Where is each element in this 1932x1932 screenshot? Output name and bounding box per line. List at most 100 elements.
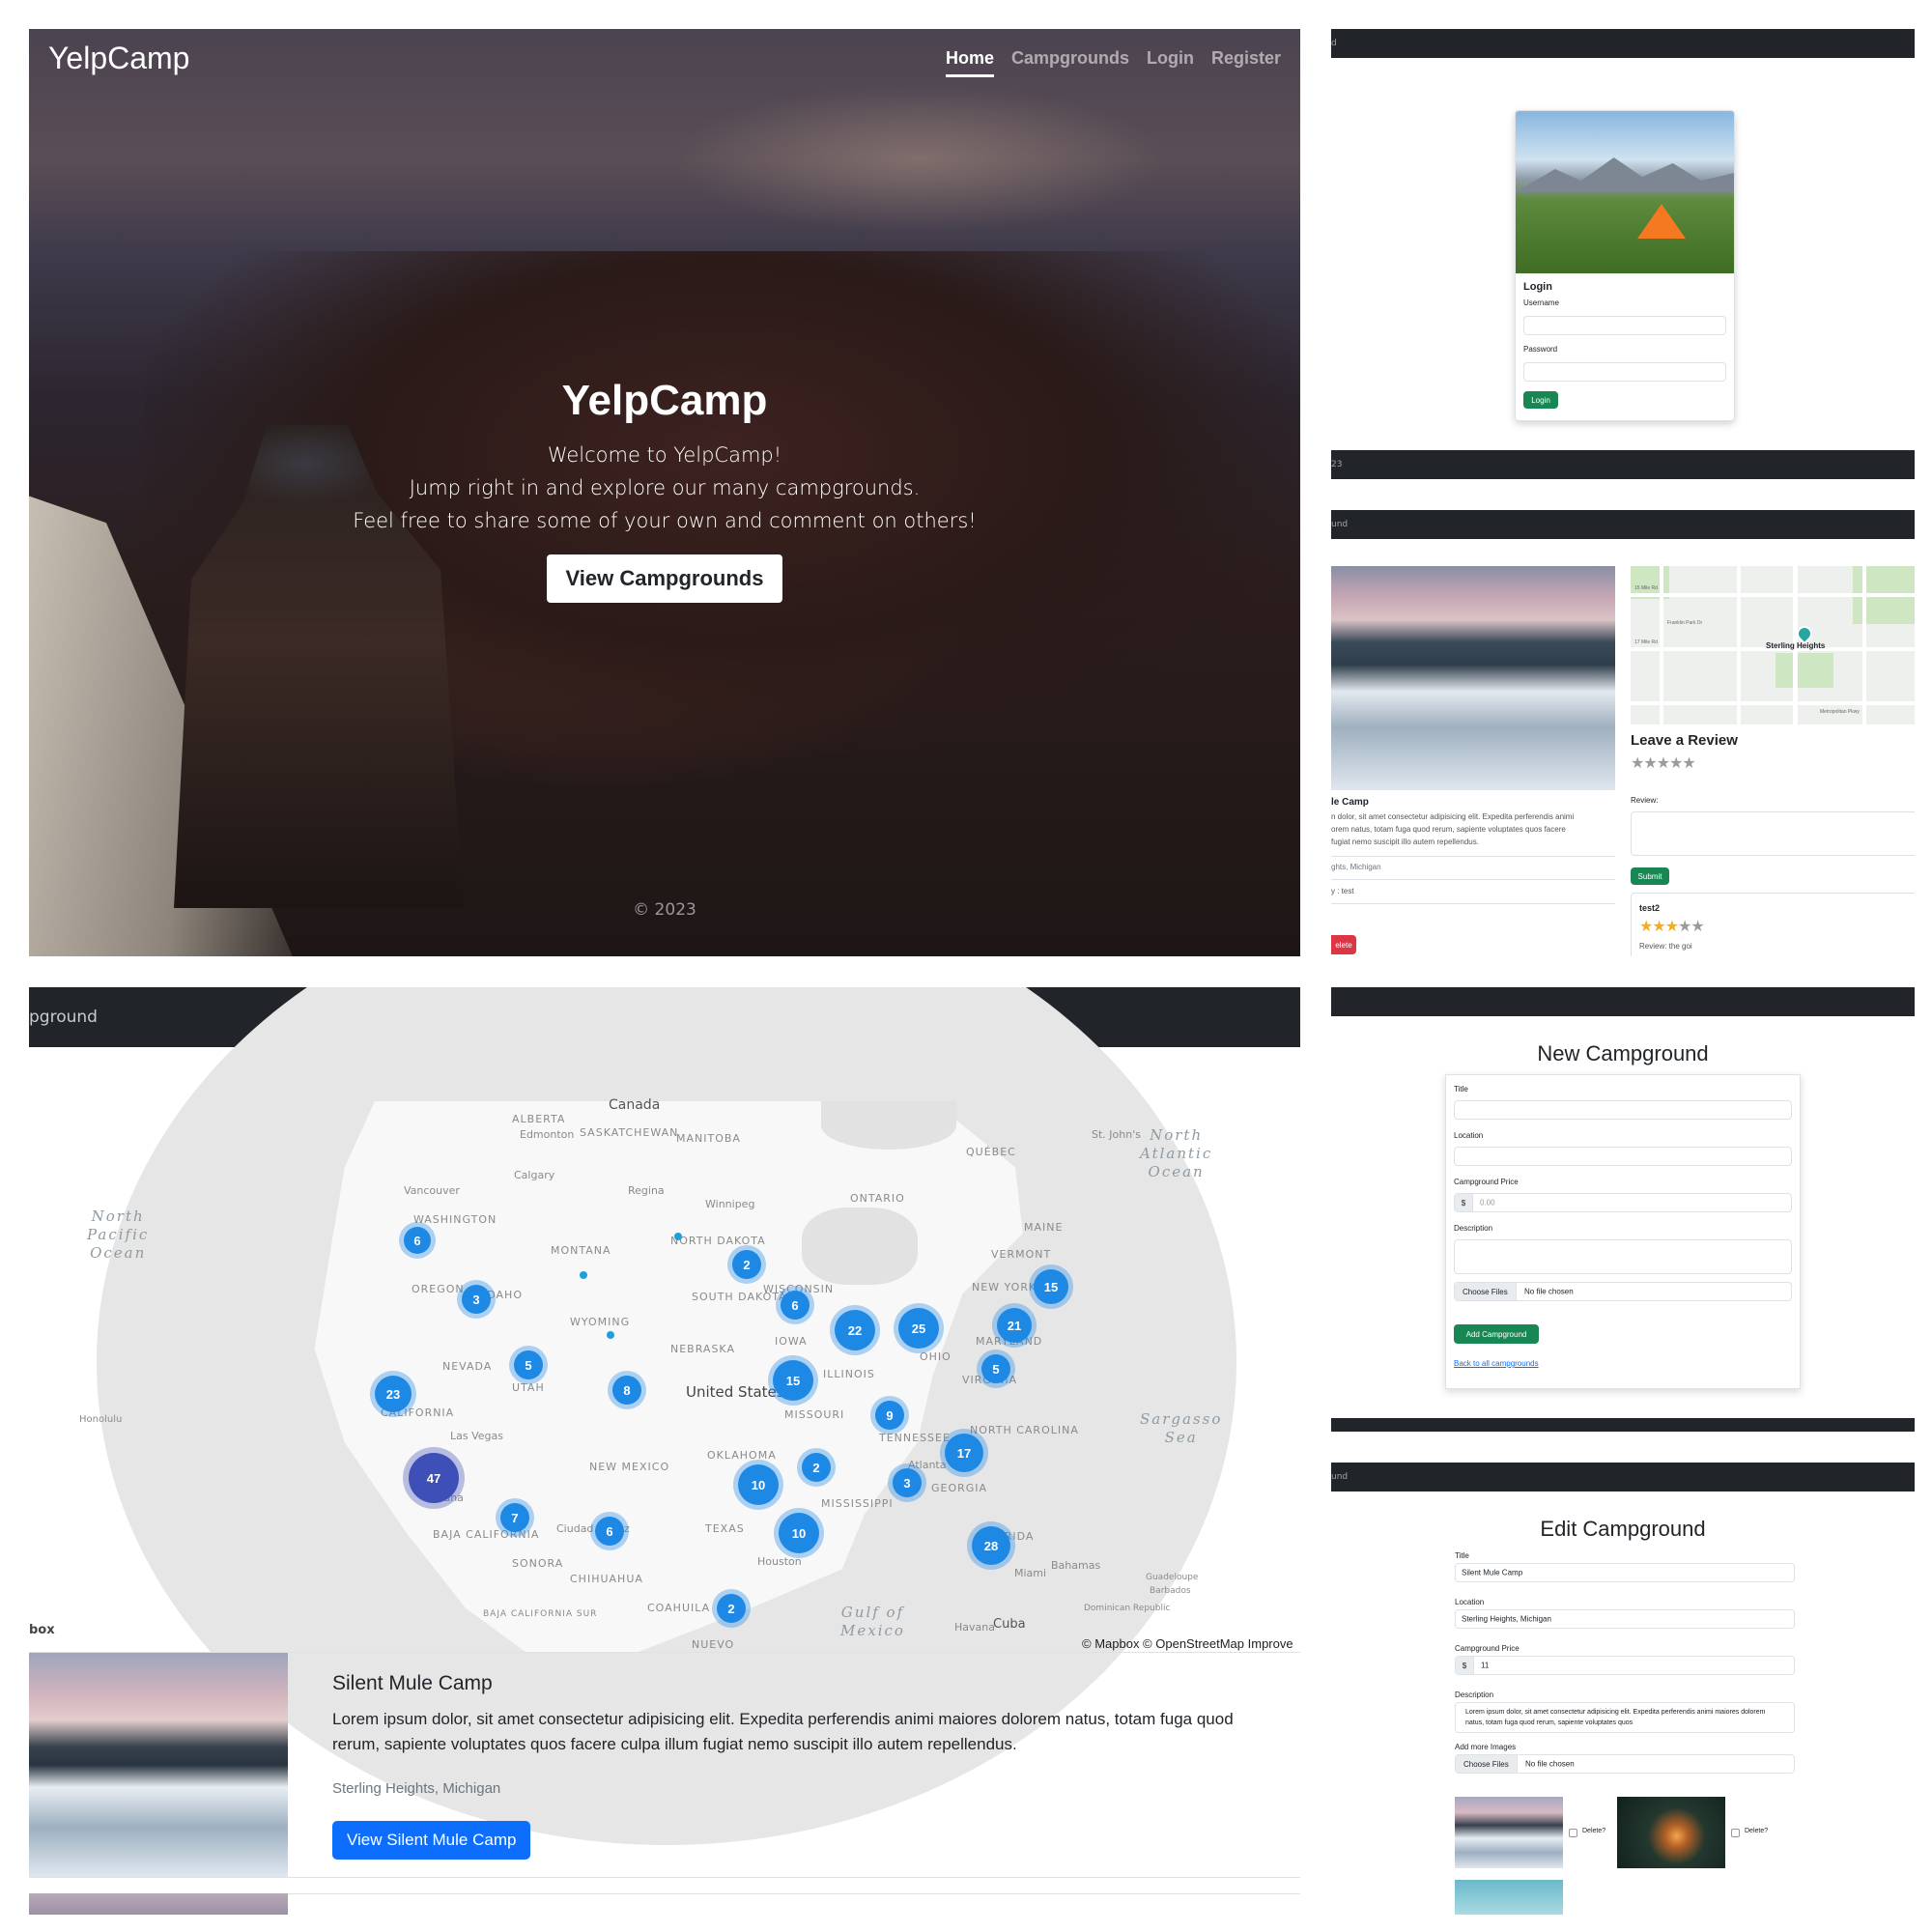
view-campground-button[interactable]: View Silent Mule Camp <box>332 1821 531 1860</box>
cluster-marker[interactable]: 2 <box>717 1594 746 1623</box>
rating-input[interactable]: ★★★★★ <box>1631 753 1696 772</box>
price-input-group[interactable]: $ 11 <box>1455 1656 1795 1675</box>
price-input-group[interactable]: $ 0.00 <box>1454 1193 1792 1212</box>
nav-home-link[interactable]: Home <box>945 48 994 77</box>
currency-prefix: $ <box>1455 1194 1473 1211</box>
map-attribution[interactable]: © Mapbox © OpenStreetMap Improve <box>1082 1636 1293 1651</box>
back-to-campgrounds-link[interactable]: Back to all campgrounds <box>1454 1359 1539 1368</box>
campground-marker[interactable] <box>580 1271 587 1279</box>
cluster-marker[interactable]: 6 <box>781 1291 810 1320</box>
file-input[interactable]: Choose Files No file chosen <box>1455 1754 1795 1774</box>
hero-title: YelpCamp <box>561 377 768 424</box>
delete-image-checkbox[interactable] <box>1731 1829 1740 1837</box>
description-textarea[interactable] <box>1454 1239 1792 1274</box>
cluster-marker[interactable]: 15 <box>1034 1269 1068 1304</box>
delete-button[interactable]: elete <box>1331 935 1356 954</box>
campground-list-item: Silent Mule Camp Lorem ipsum dolor, sit … <box>29 1652 1300 1878</box>
cluster-marker[interactable]: 21 <box>997 1308 1032 1343</box>
cluster-marker[interactable]: 2 <box>802 1453 831 1482</box>
review-textarea[interactable] <box>1631 811 1915 856</box>
add-campground-button[interactable]: Add Campground <box>1454 1324 1539 1344</box>
location-input[interactable] <box>1454 1147 1792 1166</box>
campground-card-location: Sterling Heights, Michigan <box>332 1780 501 1797</box>
cluster-marker[interactable]: 25 <box>898 1308 939 1349</box>
mountain-range <box>1516 157 1734 192</box>
cluster-marker[interactable]: 6 <box>404 1227 431 1254</box>
map-label: GEORGIA <box>931 1482 988 1494</box>
cluster-marker[interactable]: 6 <box>595 1517 624 1546</box>
nav-register-link[interactable]: Register <box>1211 48 1281 77</box>
footer-text: 23 <box>1331 460 1343 469</box>
description-line-2: orem natus, totam fuga quod rerum, sapie… <box>1331 825 1566 834</box>
title-input[interactable]: Silent Mule Camp <box>1455 1563 1795 1582</box>
star-empty-icon: ★ <box>1678 917 1691 935</box>
star-filled-icon: ★ <box>1664 917 1679 935</box>
cluster-marker[interactable]: 3 <box>893 1468 922 1497</box>
campground-title: le Camp <box>1331 797 1369 808</box>
nav-login-link[interactable]: Login <box>1147 48 1194 77</box>
cluster-marker[interactable]: 23 <box>375 1376 412 1412</box>
choose-files-button[interactable]: Choose Files <box>1455 1283 1517 1300</box>
delete-image-checkbox[interactable] <box>1569 1829 1577 1837</box>
cluster-map[interactable]: North Pacific Ocean North Atlantic Ocean Sar… <box>29 987 1300 1845</box>
new-campground-panel: New Campground Title Location Campground… <box>1331 987 1915 1432</box>
cluster-marker[interactable]: 28 <box>972 1526 1010 1565</box>
location-map[interactable]: 15 Mile Rd Franklin Park Dr 17 Mile Rd M… <box>1631 566 1915 724</box>
star-icon[interactable]: ★ <box>1669 753 1683 772</box>
cluster-marker[interactable]: 5 <box>981 1354 1010 1383</box>
footer-bar <box>1331 1418 1915 1432</box>
star-filled-icon: ★ <box>1652 917 1665 935</box>
cluster-marker[interactable]: 2 <box>732 1250 761 1279</box>
navbar <box>1331 987 1915 1016</box>
leave-review-heading: Leave a Review <box>1631 732 1738 749</box>
map-label: NEBRASKA <box>670 1343 735 1355</box>
cluster-marker[interactable]: 47 <box>409 1453 459 1503</box>
brand-logo[interactable]: YelpCamp <box>48 41 189 76</box>
description-line-3: fugiat nemo suscipit illo autem repellen… <box>1331 838 1479 846</box>
submit-review-button[interactable]: Submit <box>1631 867 1669 885</box>
campground-marker[interactable] <box>607 1331 614 1339</box>
cluster-marker[interactable]: 22 <box>835 1310 875 1350</box>
map-label: MANITOBA <box>676 1132 741 1145</box>
login-button[interactable]: Login <box>1523 391 1558 409</box>
file-input[interactable]: Choose Files No file chosen <box>1454 1282 1792 1301</box>
cluster-marker[interactable]: 5 <box>514 1350 543 1379</box>
nav-campgrounds-link[interactable]: Campgrounds <box>1011 48 1129 77</box>
map-label: QUÉBEC <box>966 1146 1016 1158</box>
cluster-marker[interactable]: 8 <box>612 1376 641 1405</box>
cluster-marker[interactable]: 7 <box>500 1503 529 1532</box>
map-label: NEW MEXICO <box>589 1461 670 1473</box>
description-textarea[interactable]: Lorem ipsum dolor, sit amet consectetur … <box>1455 1702 1795 1733</box>
cluster-marker[interactable]: 15 <box>773 1360 813 1401</box>
review-card: test2 ★★★★★ Review: the goi <box>1631 893 1915 956</box>
review-author: test2 <box>1639 903 1661 913</box>
file-status: No file chosen <box>1524 1287 1574 1296</box>
choose-files-button[interactable]: Choose Files <box>1456 1755 1518 1773</box>
hero-line-2: Jump right in and explore our many campg… <box>409 476 921 499</box>
campground-marker[interactable] <box>674 1233 682 1240</box>
location-input[interactable]: Sterling Heights, Michigan <box>1455 1609 1795 1629</box>
username-input[interactable] <box>1523 316 1726 335</box>
title-input[interactable] <box>1454 1100 1792 1120</box>
existing-image-thumbnail <box>1455 1797 1563 1868</box>
cluster-marker[interactable]: 9 <box>875 1401 904 1430</box>
add-images-label: Add more Images <box>1455 1743 1517 1751</box>
navbar-text: d <box>1331 39 1337 48</box>
star-icon[interactable]: ★ <box>1631 753 1644 772</box>
star-icon[interactable]: ★ <box>1643 753 1657 772</box>
cluster-marker[interactable]: 10 <box>738 1464 779 1505</box>
star-icon[interactable]: ★ <box>1682 753 1695 772</box>
map-label: OREGON <box>412 1283 465 1295</box>
star-icon[interactable]: ★ <box>1657 753 1670 772</box>
cluster-marker[interactable]: 17 <box>945 1434 983 1472</box>
password-input[interactable] <box>1523 362 1726 382</box>
location-label: Location <box>1455 1598 1485 1606</box>
cluster-marker[interactable]: 3 <box>462 1285 491 1314</box>
map-label: VERMONT <box>991 1248 1052 1261</box>
campground-card-description: Lorem ipsum dolor, sit amet consectetur … <box>332 1710 1234 1753</box>
cluster-marker[interactable]: 10 <box>779 1513 819 1553</box>
edit-campground-panel: und Edit Campground Title Silent Mule Ca… <box>1331 1463 1915 1915</box>
view-campgrounds-button[interactable]: View Campgrounds <box>546 554 783 603</box>
review-text: Review: the goi <box>1639 942 1692 951</box>
map-label: Canada <box>609 1097 661 1113</box>
